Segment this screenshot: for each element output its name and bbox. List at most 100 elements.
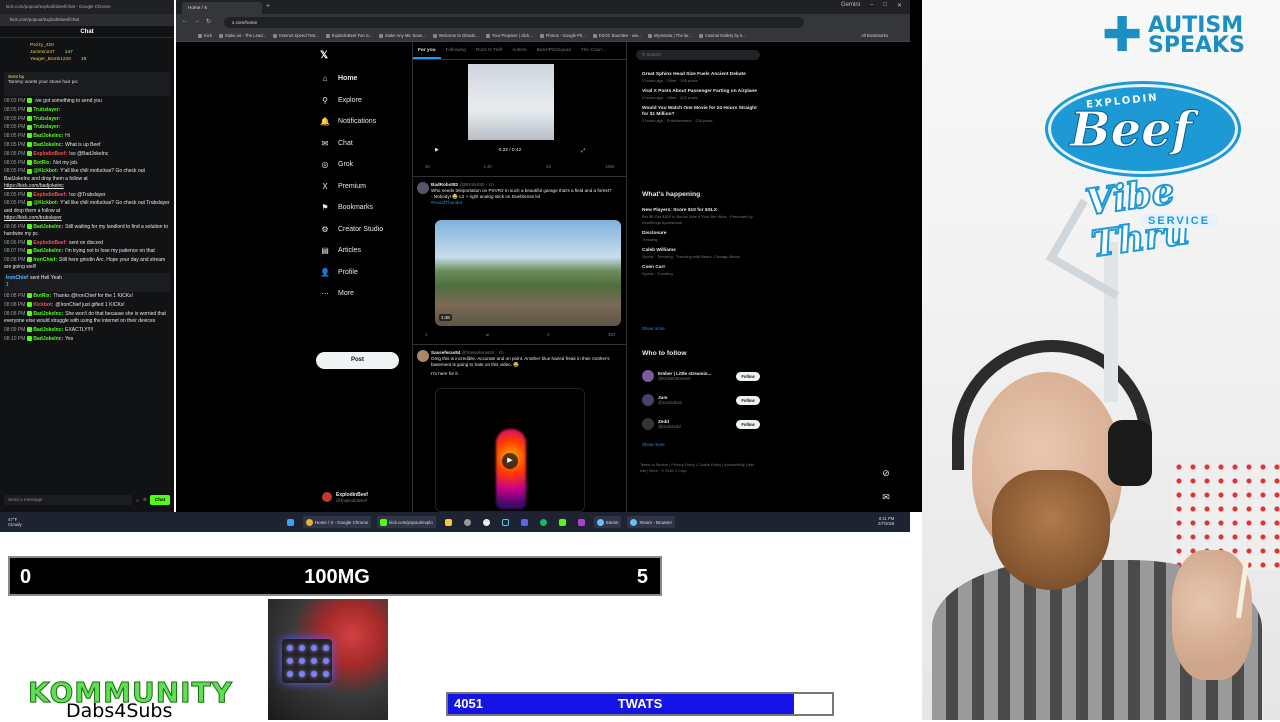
message-user[interactable]: Trubslayer: xyxy=(33,107,60,113)
chat-input[interactable]: Send a message xyxy=(4,495,133,505)
tweet-hashtag[interactable]: #AceofThunder xyxy=(431,200,613,206)
account-switcher[interactable]: ExplodinBeef @ExplodinBeef xyxy=(322,488,412,506)
message-user[interactable]: BadJokeInc: xyxy=(33,133,63,139)
follow-suggestion[interactable]: Jum @JumSolum Follow xyxy=(642,388,760,412)
trend-item[interactable]: Great Sphinx Head Size Fuels Ancient Deb… xyxy=(642,72,760,84)
follow-suggestion[interactable]: Zedd @DarkZedd Follow xyxy=(642,412,760,436)
url-input[interactable]: x.com/home xyxy=(224,17,804,28)
message-user[interactable]: BotRix: xyxy=(33,293,51,299)
chat-send-button[interactable]: Chat xyxy=(150,495,170,505)
tab-timeline[interactable]: The Conn... xyxy=(576,42,611,59)
message-link[interactable]: https://kick.com/trubslayer xyxy=(4,215,62,221)
trend-item[interactable]: Viral X Posts About Passenger Farting on… xyxy=(642,89,760,101)
tweet-author[interactable]: Sasseferas84 xyxy=(431,350,460,355)
spotify-icon[interactable] xyxy=(537,516,550,528)
app-icon[interactable] xyxy=(575,516,588,528)
bookmark-item[interactable]: Internet Speed Test... xyxy=(273,33,319,38)
grok-icon[interactable]: ⊘ xyxy=(878,468,894,484)
pinned-message[interactable]: Sent by Tammy wants your stone hair pic xyxy=(4,72,170,96)
new-tab-icon[interactable]: + xyxy=(266,3,270,10)
settings-icon[interactable] xyxy=(461,516,474,528)
obs-icon[interactable] xyxy=(480,516,493,528)
message-user[interactable]: Trubslayer: xyxy=(33,124,60,130)
fullscreen-icon[interactable]: ⤢ xyxy=(581,148,585,158)
taskbar-app-chrome-x[interactable]: Home / X - Google Chrome xyxy=(303,516,372,528)
maximize-icon[interactable]: □ xyxy=(883,2,887,9)
tab-timeline[interactable]: ButchPitzSquad xyxy=(532,42,576,59)
repost-count[interactable]: 1.4K xyxy=(484,164,493,172)
play-icon[interactable]: ▶ xyxy=(502,453,518,469)
tweet[interactable]: Sasseferas84 @Sasseferas84 · 1h Omg this… xyxy=(413,350,613,377)
reply-count[interactable]: 3 xyxy=(425,332,427,340)
bookmark-item[interactable]: ESOC Bounties - ww... xyxy=(592,33,641,38)
back-icon[interactable]: ← xyxy=(182,18,188,25)
tab-timeline[interactable]: Rock N Troll xyxy=(471,42,507,59)
follow-suggestion[interactable]: Ember | Little streamin... @EmberStream0 F… xyxy=(642,364,760,388)
message-user[interactable]: BadJokeInc: xyxy=(33,142,63,148)
taskbar-app-kick[interactable]: kick.com/popout/explo xyxy=(377,516,436,528)
bookmark-item[interactable]: Photos - Google Ph... xyxy=(539,33,586,38)
message-user[interactable]: ExplodinBeef: xyxy=(33,240,67,246)
bookmark-item[interactable]: Stake.us - The Lead... xyxy=(218,33,266,38)
message-user[interactable]: ExplodinBeef: xyxy=(33,192,67,198)
tweet[interactable]: BadRobot82 @BRobot80 · 1h Who needs tele… xyxy=(413,182,613,206)
emote-icon[interactable]: ☺ xyxy=(135,498,140,503)
message-link[interactable]: https://kick.com/badjokeinc xyxy=(4,183,64,189)
tab-home-x[interactable]: Home / X xyxy=(182,2,262,14)
file-explorer-icon[interactable] xyxy=(442,516,455,528)
tab-timeline[interactable]: Autism xyxy=(507,42,532,59)
post-button[interactable]: Post xyxy=(316,352,399,369)
bookmark-item[interactable]: Casinal Gallery by k... xyxy=(698,33,746,38)
tab-timeline[interactable]: For you xyxy=(413,42,441,59)
message-user[interactable]: BadJokeInc: xyxy=(33,248,63,254)
trend-item[interactable]: Would You Watch One Movie for 24 Hours S… xyxy=(642,106,760,124)
x-logo-icon[interactable]: 𝕏 xyxy=(320,50,328,61)
tweet-author[interactable]: BadRobot82 xyxy=(431,182,458,187)
bookmark-item[interactable]: Make Any Mic Soun... xyxy=(379,33,426,38)
steam-icon[interactable] xyxy=(499,516,512,528)
message-user[interactable]: @Kickbot: xyxy=(33,200,58,206)
message-user[interactable]: ExplodinBeef: xyxy=(33,151,67,157)
message-user[interactable]: @Kickbot: xyxy=(33,168,58,174)
profile-label[interactable]: Gemini xyxy=(841,2,860,9)
tweet-video-snow[interactable] xyxy=(468,64,554,140)
tweet-video-figure[interactable]: ▶ xyxy=(435,388,585,512)
view-count[interactable]: 383 xyxy=(608,332,615,340)
bookmark-item[interactable]: Your Preparer | click... xyxy=(485,33,533,38)
footer-links[interactable]: Terms of Service | Privacy Policy | Cook… xyxy=(640,462,760,474)
gift-user[interactable]: IronChief xyxy=(6,275,28,281)
message-user[interactable]: Kickbot: xyxy=(33,302,53,308)
repost-icon[interactable]: ⇄ xyxy=(486,332,490,340)
message-user[interactable]: BadJokeInc: xyxy=(33,336,63,342)
play-icon[interactable]: ▶ xyxy=(435,148,439,158)
bookmark-item[interactable]: ExplodinBeef Fan S... xyxy=(325,33,372,38)
weather-widget[interactable]: 47°F Cloudy xyxy=(8,517,22,527)
message-user[interactable]: Trubslayer: xyxy=(33,116,60,122)
show-more-link[interactable]: Show more xyxy=(642,326,665,331)
trend-item[interactable]: Coen Carr Sports · Trending xyxy=(642,265,760,277)
like-count[interactable]: 6 xyxy=(547,332,549,340)
search-input[interactable]: ⚲ Search xyxy=(636,50,760,60)
view-count[interactable]: 180K xyxy=(605,164,615,172)
reload-icon[interactable]: ↻ xyxy=(206,18,211,25)
taskbar-clock[interactable]: 8:11 PM 2/7/2026 xyxy=(878,516,894,526)
start-icon[interactable] xyxy=(284,516,297,528)
follow-button[interactable]: Follow xyxy=(736,419,760,429)
taskbar-app-steam[interactable]: Steam xyxy=(593,516,622,528)
bookmark-item[interactable]: Welcome to Obsido... xyxy=(432,33,479,38)
messages-icon[interactable]: ✉ xyxy=(878,492,894,508)
chat-url[interactable]: kick.com/popout/explodinbeef/chat xyxy=(0,14,174,26)
settings-icon[interactable]: ⚙ xyxy=(143,497,147,503)
discord-icon[interactable] xyxy=(518,516,531,528)
trend-item[interactable]: Caleb Williams Sports · Trending · Trendi… xyxy=(642,248,760,260)
trend-item[interactable]: New Players: Score $10 for $SLX Bet $5 Ge… xyxy=(642,208,760,226)
all-bookmarks[interactable]: All Bookmarks xyxy=(861,33,888,38)
bookmark-item[interactable]: Mynstaria | The lar... xyxy=(648,33,692,38)
message-user[interactable]: BadJokeInc: xyxy=(33,224,63,230)
message-user[interactable]: IronChief: xyxy=(33,257,57,263)
reply-count[interactable]: 38 xyxy=(425,164,430,172)
trend-item[interactable]: Disclosure Trending xyxy=(642,231,760,243)
taskbar-app-steam-browser[interactable]: Steam - Browser xyxy=(627,516,676,528)
like-count[interactable]: 2K xyxy=(546,164,551,172)
follow-button[interactable]: Follow xyxy=(736,395,760,405)
